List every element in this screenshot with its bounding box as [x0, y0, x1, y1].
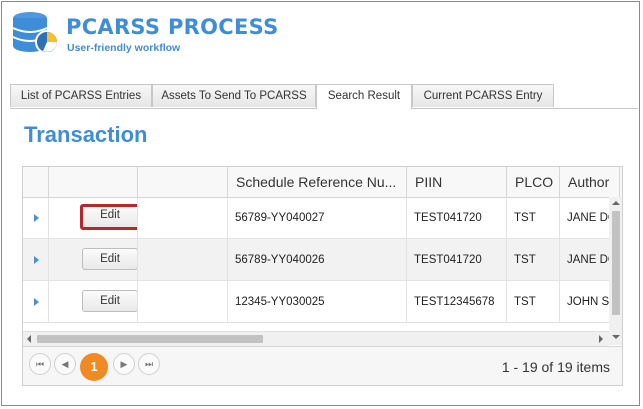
- vertical-scrollbar[interactable]: [609, 197, 622, 345]
- column-header-expand: [23, 167, 49, 197]
- scroll-down-icon[interactable]: [612, 335, 620, 339]
- app-frame: PCARSS PROCESS User-friendly workflow Li…: [1, 1, 640, 406]
- schedule-reference-cell: 12345-YY030025: [228, 281, 407, 323]
- table-row: Edit 56789-YY040027 TEST041720 TST JANE …: [23, 197, 622, 239]
- section-title: Transaction: [24, 122, 148, 147]
- tab-bar: List of PCARSS Entries Assets To Send To…: [10, 84, 638, 109]
- actions-cell: Edit: [49, 239, 138, 281]
- blank-cell: [138, 281, 228, 323]
- tab-current-pcarss-entry[interactable]: Current PCARSS Entry: [412, 84, 554, 107]
- current-page-button[interactable]: 1: [80, 353, 108, 381]
- scroll-up-icon[interactable]: [612, 201, 620, 205]
- horizontal-scroll-thumb[interactable]: [37, 335, 263, 343]
- column-header-schedule-reference[interactable]: Schedule Reference Nu...: [228, 167, 407, 197]
- pager-info: 1 - 19 of 19 items: [501, 359, 610, 375]
- plco-cell: TST: [507, 281, 560, 323]
- plco-cell: TST: [507, 239, 560, 281]
- expand-cell: [23, 239, 49, 281]
- tab-assets-to-send[interactable]: Assets To Send To PCARSS: [152, 84, 316, 107]
- next-page-icon[interactable]: ▶: [113, 353, 135, 375]
- column-header-actions: [49, 167, 138, 197]
- app-header: PCARSS PROCESS User-friendly workflow: [10, 9, 410, 69]
- transaction-grid: Schedule Reference Nu... PIIN PLCO Autho…: [22, 166, 623, 386]
- table-row: Edit 56789-YY040026 TEST041720 TST JANE …: [23, 239, 622, 281]
- tab-list-of-pcarss-entries[interactable]: List of PCARSS Entries: [10, 84, 152, 107]
- horizontal-scrollbar[interactable]: [23, 331, 609, 346]
- scroll-right-icon[interactable]: [599, 335, 603, 343]
- piin-cell: TEST12345678: [407, 281, 507, 323]
- edit-button[interactable]: Edit: [82, 290, 137, 312]
- app-subtitle: User-friendly workflow: [67, 42, 181, 54]
- actions-cell: Edit: [49, 197, 138, 239]
- expand-cell: [23, 197, 49, 239]
- edit-button[interactable]: Edit: [80, 204, 137, 230]
- column-header-author[interactable]: Author: [560, 167, 620, 197]
- column-header-piin[interactable]: PIIN: [407, 167, 507, 197]
- schedule-reference-cell: 56789-YY040026: [228, 239, 407, 281]
- database-logo-icon: [12, 12, 59, 54]
- blank-cell: [138, 197, 228, 239]
- column-header-blank: [138, 167, 228, 197]
- grid-header: Schedule Reference Nu... PIIN PLCO Autho…: [23, 167, 622, 198]
- tab-search-result[interactable]: Search Result: [316, 84, 412, 109]
- expand-arrow-icon[interactable]: [34, 214, 39, 222]
- first-page-icon[interactable]: ⏮: [29, 353, 51, 375]
- piin-cell: TEST041720: [407, 197, 507, 239]
- last-page-icon[interactable]: ⏭: [138, 353, 160, 375]
- app-title: PCARSS PROCESS: [66, 15, 279, 39]
- edit-button[interactable]: Edit: [82, 248, 137, 270]
- actions-cell: Edit: [49, 281, 138, 323]
- piin-cell: TEST041720: [407, 239, 507, 281]
- blank-cell: [138, 239, 228, 281]
- column-header-plco[interactable]: PLCO: [507, 167, 560, 197]
- vertical-scroll-thumb[interactable]: [612, 211, 620, 315]
- schedule-reference-cell: 56789-YY040027: [228, 197, 407, 239]
- pager: ⏮ ◀ 1 ▶ ⏭ 1 - 19 of 19 items: [23, 346, 622, 385]
- scroll-left-icon[interactable]: [27, 335, 31, 343]
- table-row: Edit 12345-YY030025 TEST12345678 TST JOH…: [23, 281, 622, 323]
- expand-arrow-icon[interactable]: [34, 298, 39, 306]
- expand-arrow-icon[interactable]: [34, 256, 39, 264]
- prev-page-icon[interactable]: ◀: [54, 353, 76, 375]
- expand-cell: [23, 281, 49, 323]
- plco-cell: TST: [507, 197, 560, 239]
